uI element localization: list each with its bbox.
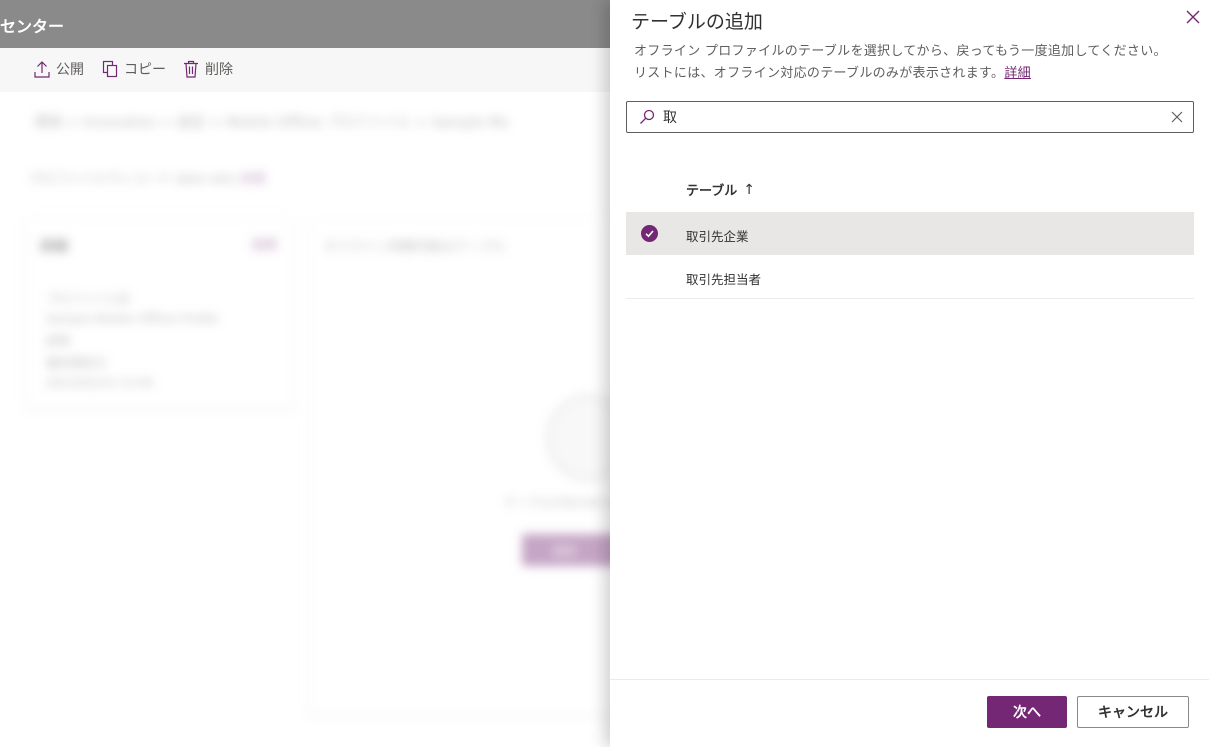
- app-title: センター: [0, 17, 65, 36]
- publish-label: 公開: [56, 62, 84, 78]
- upload-icon: [34, 61, 50, 78]
- modal-overlay: [0, 92, 610, 747]
- copy-icon: [102, 60, 118, 78]
- column-header-label: テーブル: [686, 184, 738, 199]
- clear-search-icon[interactable]: [1171, 111, 1183, 123]
- footer-divider: [610, 679, 1209, 680]
- search-icon: [640, 109, 655, 124]
- column-header-table[interactable]: テーブル ↑: [686, 180, 755, 200]
- panel-title: テーブルの追加: [631, 11, 763, 33]
- learn-more-link[interactable]: 詳細: [1004, 66, 1031, 81]
- cancel-button[interactable]: キャンセル: [1077, 696, 1189, 728]
- search-input[interactable]: [663, 106, 1153, 128]
- checkmark-icon[interactable]: [641, 225, 658, 242]
- copy-button[interactable]: コピー: [102, 59, 166, 79]
- table-row-label: 取引先担当者: [686, 272, 762, 287]
- table-row[interactable]: 取引先担当者: [626, 255, 1194, 299]
- delete-label: 削除: [205, 62, 233, 78]
- copy-label: コピー: [124, 62, 166, 78]
- trash-icon: [184, 60, 198, 78]
- delete-button[interactable]: 削除: [183, 59, 233, 79]
- table-row[interactable]: 取引先企業: [626, 212, 1194, 255]
- panel-description-text: オフライン プロファイルのテーブルを選択してから、戻ってもう一度追加してください…: [634, 44, 1167, 81]
- table-row-label: 取引先企業: [686, 229, 749, 244]
- panel-description: オフライン プロファイルのテーブルを選択してから、戻ってもう一度追加してください…: [634, 41, 1174, 85]
- close-icon[interactable]: [1184, 8, 1202, 26]
- add-table-panel: テーブルの追加 オフライン プロファイルのテーブルを選択してから、戻ってもう一度…: [610, 0, 1209, 747]
- publish-button[interactable]: 公開: [34, 59, 84, 79]
- sort-ascending-icon: ↑: [743, 181, 755, 198]
- search-box[interactable]: [626, 101, 1194, 133]
- next-button[interactable]: 次へ: [987, 696, 1067, 728]
